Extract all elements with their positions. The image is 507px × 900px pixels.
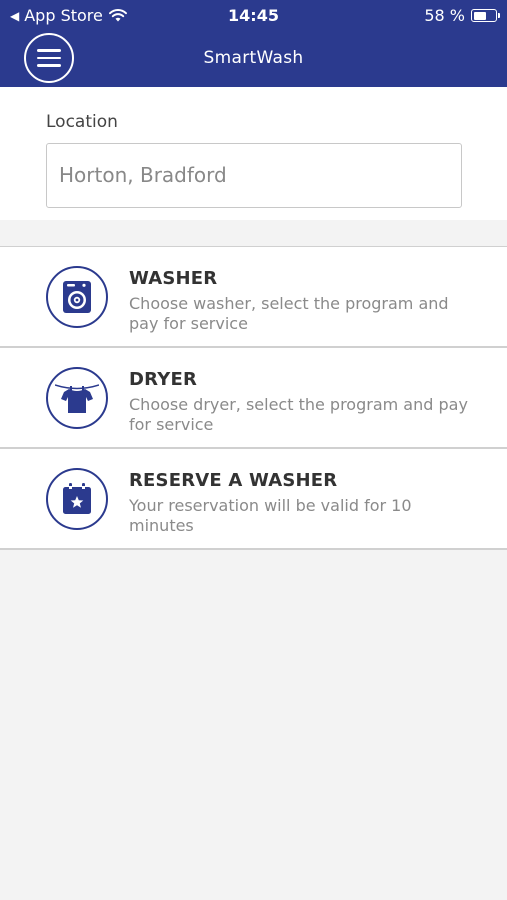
calendar-star-icon [46,468,108,530]
app-title: SmartWash [203,48,304,68]
shirt-icon [46,367,108,429]
location-label: Location [46,112,118,132]
battery-percent: 58 % [424,6,465,25]
battery-fill [473,11,486,20]
washing-machine-icon [46,266,108,328]
location-section: Location Horton, Bradford [0,87,507,220]
service-item-dryer[interactable]: DRYER Choose dryer, select the program a… [0,348,507,449]
service-item-reserve[interactable]: RESERVE A WASHER Your reservation will b… [0,449,507,550]
service-description: Choose washer, select the program and pa… [129,294,449,333]
service-list: WASHER Choose washer, select the program… [0,246,507,550]
service-title: DRYER [129,369,198,390]
service-description: Choose dryer, select the program and pay… [129,395,468,434]
service-description: Your reservation will be valid for 10 mi… [129,496,412,535]
service-title: RESERVE A WASHER [129,470,338,491]
app-header: ◀ App Store 14:45 58 % SmartWash [0,0,507,87]
service-title: WASHER [129,268,218,289]
location-field[interactable]: Horton, Bradford [46,143,462,208]
battery-icon [471,9,500,22]
battery-status: 58 % [424,6,500,25]
service-item-washer[interactable]: WASHER Choose washer, select the program… [0,247,507,348]
status-bar: ◀ App Store 14:45 58 % [0,0,507,30]
